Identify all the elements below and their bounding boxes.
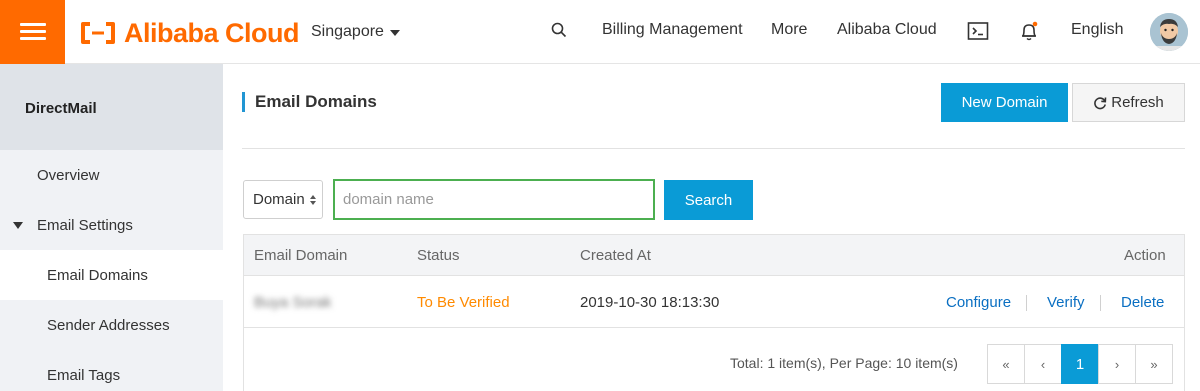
column-header-created-at: Created At — [580, 247, 651, 264]
sidebar-item-sender-addresses[interactable]: Sender Addresses — [0, 300, 223, 350]
refresh-icon — [1094, 96, 1107, 109]
sidebar: DirectMail Overview Email Settings Email… — [0, 64, 223, 391]
avatar[interactable] — [1150, 13, 1188, 51]
sidebar-item-label: Email Domains — [47, 266, 148, 284]
language-selector[interactable]: English — [1071, 21, 1123, 39]
bell-icon[interactable] — [1018, 20, 1040, 42]
action-separator — [1100, 295, 1101, 311]
alibaba-cloud-logo[interactable]: Alibaba Cloud — [80, 17, 300, 48]
divider — [242, 148, 1185, 149]
configure-link[interactable]: Configure — [946, 294, 1011, 311]
sidebar-item-label: Email Tags — [47, 366, 121, 384]
email-domain-cell: Buya Sorak — [254, 294, 332, 311]
sidebar-item-email-tags[interactable]: Email Tags — [0, 350, 223, 391]
column-header-status: Status — [417, 247, 460, 264]
alibaba-logo-icon — [81, 22, 115, 44]
search-icon[interactable] — [551, 22, 567, 38]
pagination-summary: Total: 1 item(s), Per Page: 10 item(s) — [730, 355, 958, 371]
table-header: Email Domain Status Created At Action — [244, 235, 1184, 276]
filter-type-select[interactable]: Domain — [243, 180, 323, 219]
sort-arrows-icon — [309, 194, 316, 205]
page-title: Email Domains — [242, 92, 377, 112]
last-page-button[interactable]: » — [1135, 344, 1173, 384]
status-cell: To Be Verified — [417, 294, 510, 311]
action-separator — [1026, 295, 1027, 311]
refresh-button[interactable]: Refresh — [1072, 83, 1185, 122]
sidebar-item-email-settings[interactable]: Email Settings — [0, 200, 223, 250]
nav-billing-management[interactable]: Billing Management — [602, 21, 743, 39]
nav-alibaba-cloud[interactable]: Alibaba Cloud — [837, 21, 937, 39]
avatar-icon — [1150, 13, 1188, 51]
nav-more[interactable]: More — [771, 21, 807, 39]
refresh-label: Refresh — [1111, 94, 1164, 111]
first-page-button[interactable]: « — [987, 344, 1025, 384]
verify-link[interactable]: Verify — [1047, 294, 1085, 311]
top-bar: Alibaba Cloud Singapore Billing Manageme… — [0, 0, 1200, 64]
filter-type-value: Domain — [253, 191, 305, 208]
sidebar-item-label: Sender Addresses — [47, 316, 170, 334]
created-at-cell: 2019-10-30 18:13:30 — [580, 294, 720, 311]
delete-link[interactable]: Delete — [1121, 294, 1164, 311]
sidebar-item-label: Email Settings — [37, 216, 133, 234]
search-button[interactable]: Search — [664, 180, 753, 220]
terminal-icon[interactable] — [967, 20, 989, 42]
region-label: Singapore — [311, 23, 384, 40]
region-selector[interactable]: Singapore — [311, 23, 400, 41]
page-button-current[interactable]: 1 — [1061, 344, 1099, 384]
new-domain-button[interactable]: New Domain — [941, 83, 1068, 122]
column-header-action: Action — [1124, 247, 1166, 264]
sidebar-item-overview[interactable]: Overview — [0, 150, 223, 200]
menu-icon — [19, 22, 46, 42]
next-page-button[interactable]: › — [1098, 344, 1136, 384]
pagination: « ‹ 1 › » — [987, 344, 1173, 384]
table-row: Buya Sorak To Be Verified 2019-10-30 18:… — [244, 276, 1184, 328]
column-header-email-domain: Email Domain — [254, 247, 348, 264]
logo-text: Alibaba Cloud — [124, 17, 300, 48]
caret-down-icon — [13, 221, 23, 229]
caret-down-icon — [389, 30, 400, 36]
sidebar-item-email-domains[interactable]: Email Domains — [0, 250, 223, 300]
prev-page-button[interactable]: ‹ — [1024, 344, 1062, 384]
domain-search-input[interactable] — [333, 179, 655, 220]
sidebar-title: DirectMail — [0, 64, 223, 150]
sidebar-item-label: Overview — [37, 166, 100, 184]
menu-button[interactable] — [0, 0, 65, 64]
